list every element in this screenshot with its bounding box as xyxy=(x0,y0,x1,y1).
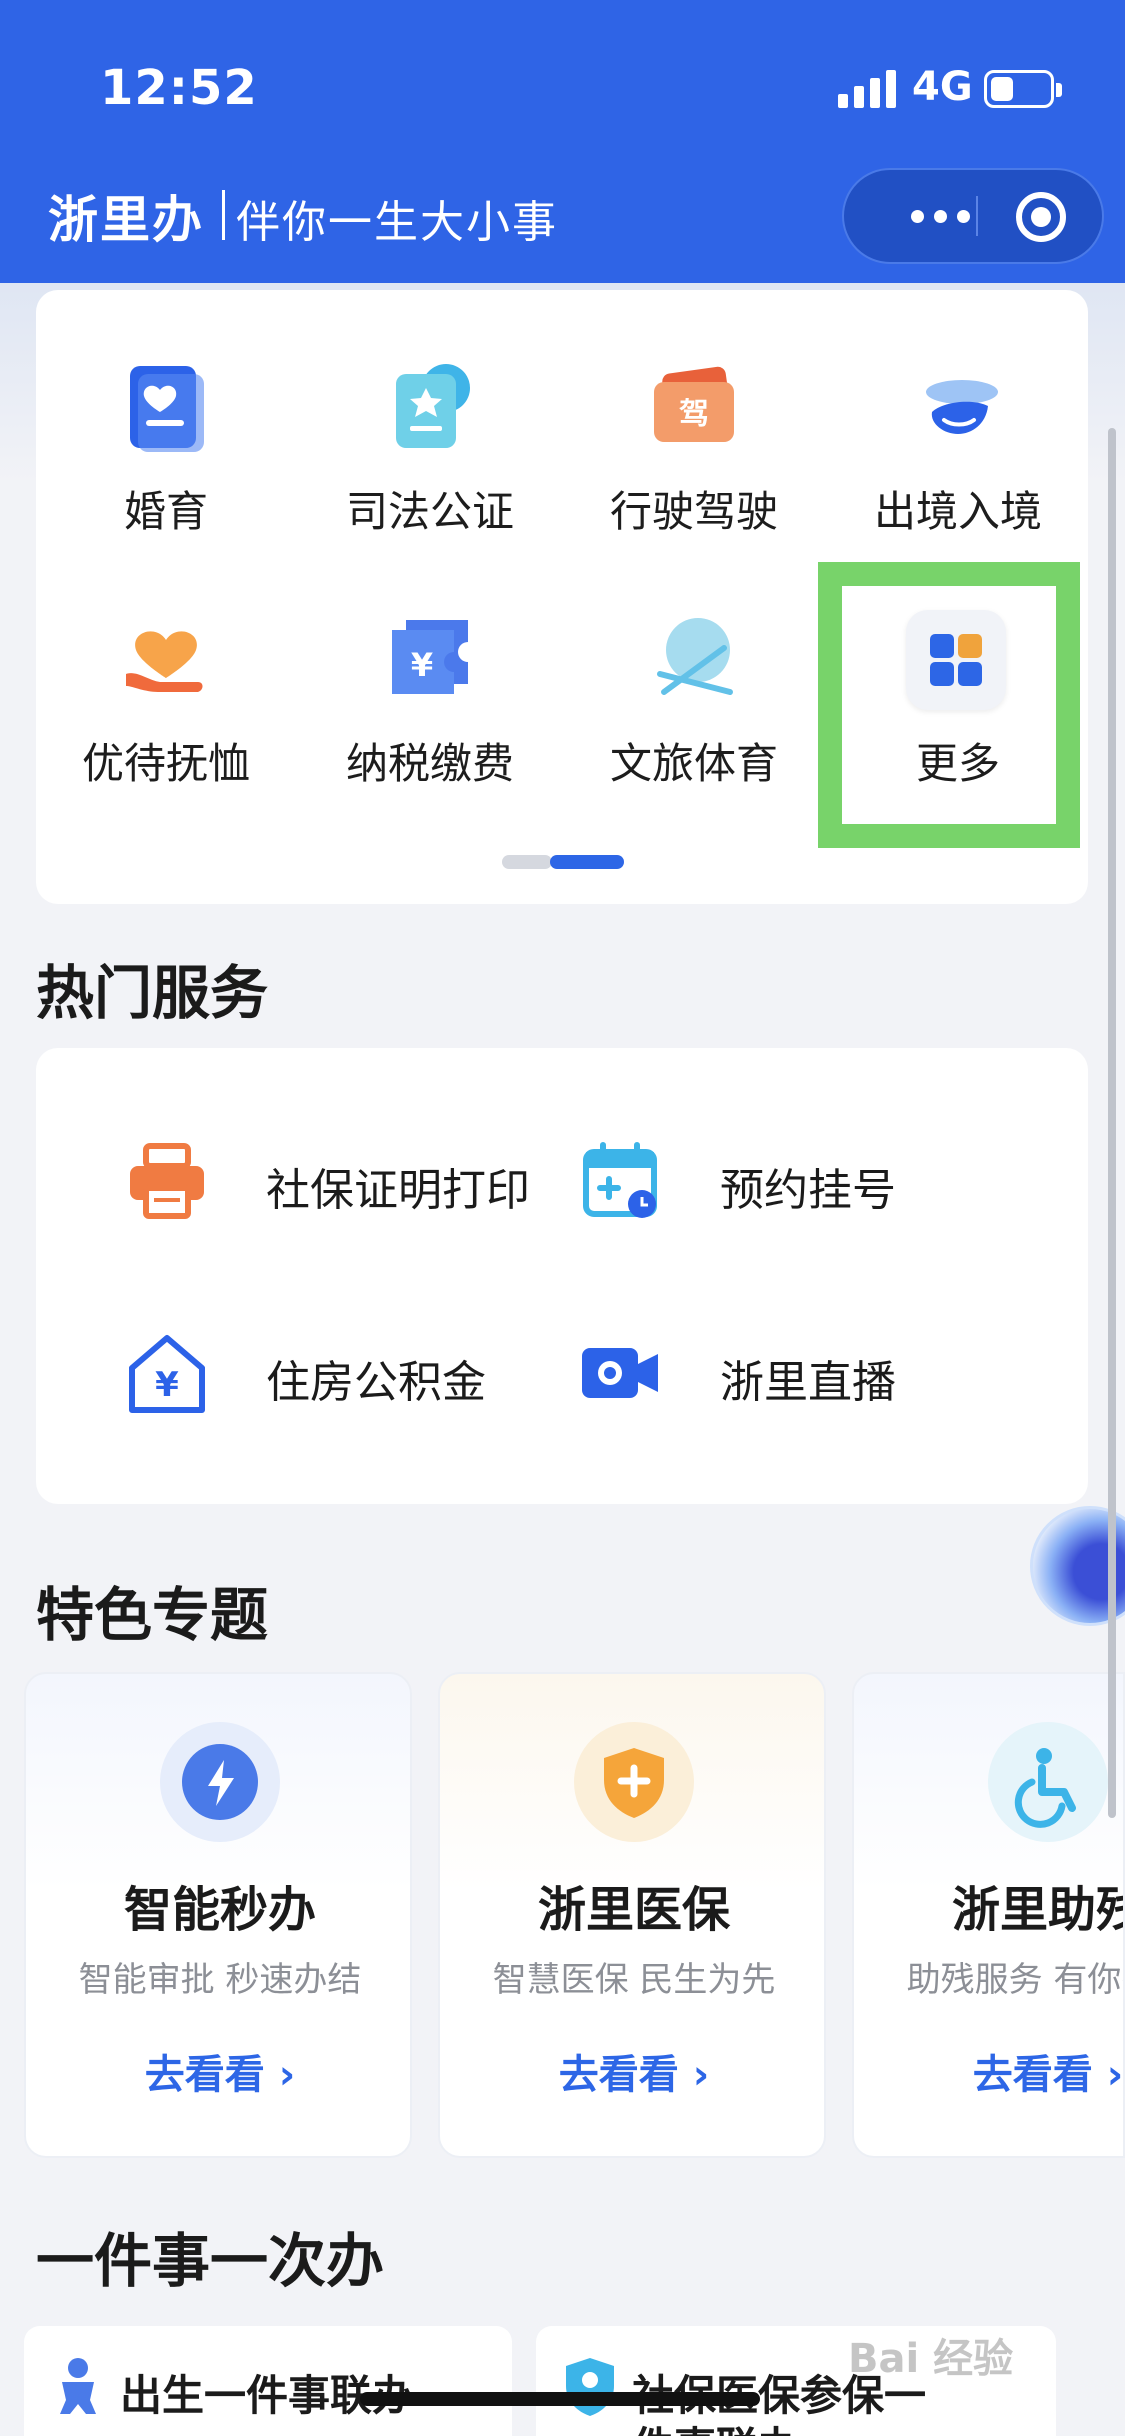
house-yuan-icon: ¥ xyxy=(129,1335,205,1413)
svg-text:¥: ¥ xyxy=(411,646,433,684)
hot-service-item[interactable]: 浙里直播 xyxy=(580,1322,1010,1422)
hot-service-item[interactable]: 预约挂号 xyxy=(580,1130,1010,1230)
wheelchair-icon xyxy=(988,1722,1108,1842)
person-shield-icon xyxy=(566,2358,614,2416)
printer-icon xyxy=(130,1143,204,1219)
medical-shield-icon xyxy=(574,1722,694,1842)
svg-text:¥: ¥ xyxy=(155,1365,179,1405)
feature-subtitle: 智慧医保 民生为先 xyxy=(492,1960,776,2000)
hot-service-label: 住房公积金 xyxy=(266,1357,486,1408)
lightning-icon xyxy=(160,1722,280,1842)
brand-divider xyxy=(222,190,225,240)
brand-name: 浙里办 xyxy=(48,190,204,249)
more-dots-icon[interactable] xyxy=(884,170,996,262)
network-type: 4G xyxy=(912,64,973,110)
miniapp-capsule xyxy=(842,168,1104,264)
category-notary[interactable]: 司法公证 xyxy=(310,358,550,588)
battery-icon xyxy=(984,70,1062,108)
category-culture-sport[interactable]: 文旅体育 xyxy=(574,610,814,840)
hot-service-label: 社保证明打印 xyxy=(266,1165,530,1216)
video-camera-icon xyxy=(582,1348,658,1398)
app-screen: 12:52 4G 浙里办 伴你一生大小事 婚育 司法公证 驾 行驶驾驶 出境入境… xyxy=(0,0,1125,2436)
feature-card[interactable]: 浙里医保 智慧医保 民生为先 去看看 › xyxy=(438,1672,826,2158)
category-marriage[interactable]: 婚育 xyxy=(46,358,286,588)
one-thing-card[interactable]: 出生一件事联办 xyxy=(24,2326,512,2436)
ball-icon xyxy=(657,618,733,695)
baby-icon xyxy=(60,2358,96,2414)
category-more[interactable]: 更多 xyxy=(838,610,1078,840)
category-label: 纳税缴费 xyxy=(345,739,514,788)
category-label: 更多 xyxy=(915,739,1000,788)
hot-services-title: 热门服务 xyxy=(36,959,269,1027)
marriage-icon xyxy=(130,366,204,452)
signal-icon xyxy=(838,68,900,108)
feature-card[interactable]: 智能秒办 智能审批 秒速办结 去看看 › xyxy=(24,1672,412,2158)
hot-service-item[interactable]: ¥ 住房公积金 xyxy=(126,1322,556,1422)
feature-title: 智能秒办 xyxy=(123,1882,316,1938)
feature-link[interactable]: 去看看 › xyxy=(854,2042,1123,2100)
feature-title: 浙里助残 xyxy=(951,1882,1125,1938)
watermark: Bai 经验 xyxy=(848,2336,1014,2382)
feature-subtitle: 助残服务 有你有我 xyxy=(906,1960,1123,2000)
category-tax[interactable]: ¥ 纳税缴费 xyxy=(310,610,550,840)
feature-link[interactable]: 去看看 › xyxy=(26,2042,410,2100)
category-driving[interactable]: 驾 行驶驾驶 xyxy=(574,358,814,588)
features-title: 特色专题 xyxy=(36,1581,269,1649)
heart-hand-icon xyxy=(126,631,203,692)
hot-service-label: 预约挂号 xyxy=(720,1165,896,1216)
target-icon[interactable] xyxy=(1016,192,1066,242)
page-indicator xyxy=(502,855,624,869)
app-header: 12:52 4G 浙里办 伴你一生大小事 xyxy=(0,0,1125,283)
tax-ticket-icon: ¥ xyxy=(392,620,468,694)
feature-title: 浙里医保 xyxy=(537,1882,730,1938)
notary-icon xyxy=(396,364,470,448)
category-label: 婚育 xyxy=(123,487,208,536)
feature-card[interactable]: 浙里助残 助残服务 有你有我 去看看 › xyxy=(852,1672,1125,2158)
hot-service-label: 浙里直播 xyxy=(720,1357,896,1408)
scrollbar[interactable] xyxy=(1108,428,1116,1818)
calendar-icon xyxy=(583,1142,657,1218)
category-label: 文旅体育 xyxy=(609,739,778,788)
category-label: 出境入境 xyxy=(873,487,1042,536)
home-indicator[interactable] xyxy=(360,2392,760,2406)
feature-subtitle: 智能审批 秒速办结 xyxy=(78,1960,362,2000)
feature-link[interactable]: 去看看 › xyxy=(440,2042,824,2100)
brand-slogan: 伴你一生大小事 xyxy=(236,197,558,248)
category-label: 司法公证 xyxy=(345,487,514,536)
hot-services-card xyxy=(36,1048,1088,1504)
one-thing-title: 一件事一次办 xyxy=(36,2227,385,2295)
airplane-icon xyxy=(926,380,998,434)
category-preferential[interactable]: 优待抚恤 xyxy=(46,610,286,840)
driving-icon: 驾 xyxy=(654,366,734,442)
hot-service-item[interactable]: 社保证明打印 xyxy=(126,1130,556,1230)
category-label: 行驶驾驶 xyxy=(609,487,778,536)
svg-text:驾: 驾 xyxy=(679,397,709,432)
category-exit-entry[interactable]: 出境入境 xyxy=(838,358,1078,588)
category-label: 优待抚恤 xyxy=(81,739,250,788)
one-thing-label-line2: 件事联办 xyxy=(632,2414,800,2436)
status-time: 12:52 xyxy=(100,60,258,116)
